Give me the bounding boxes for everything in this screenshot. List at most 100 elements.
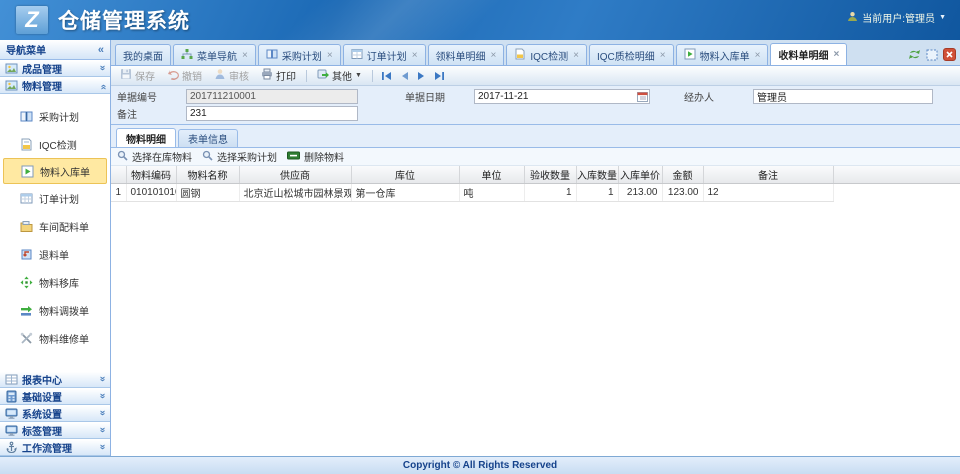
print-button[interactable]: 打印 [256, 67, 301, 84]
chevron-double-down-icon: « [98, 395, 108, 399]
column-header[interactable]: 物料名称 [176, 166, 239, 183]
audit-button[interactable]: 审核 [209, 67, 254, 84]
close-tab-icon[interactable]: × [755, 50, 761, 61]
close-tab-icon[interactable]: × [491, 50, 497, 61]
amount-cell: 123.00 [662, 183, 703, 201]
sidebar-title: 导航菜单 [6, 42, 46, 57]
select-purchase-plan-button[interactable]: 选择采购计划 [202, 149, 277, 164]
unit-cell: 吨 [459, 183, 524, 201]
sidebar-item-material-transfer[interactable]: 物料调拨单 [3, 296, 107, 324]
sidebar-section-system-settings[interactable]: 系统设置 « [0, 405, 110, 422]
clipboard-icon [20, 220, 33, 233]
page-title: 仓储管理系统 [58, 5, 190, 35]
column-header[interactable]: 入库数量 [576, 166, 618, 183]
column-header[interactable]: 备注 [703, 166, 833, 183]
user-menu[interactable]: 当前用户:管理员 ▼ [847, 10, 946, 25]
sidebar-item-material-repair[interactable]: 物料维修单 [3, 324, 107, 352]
printer-icon [261, 68, 273, 83]
grid-header-row: 物料编码 物料名称 供应商 库位 单位 验收数量 入库数量 入库单价 金额 备注 [111, 166, 960, 183]
close-tab-icon[interactable]: × [573, 50, 579, 61]
sidebar-item-material-return[interactable]: 退料单 [3, 240, 107, 268]
tab-material-inbound[interactable]: 物料入库单 × [676, 44, 769, 65]
sidebar-section-workflow[interactable]: 工作流管理 « [0, 439, 110, 456]
tab-form-info[interactable]: 表单信息 [178, 129, 238, 147]
location-cell: 第一仓库 [351, 183, 459, 201]
table-row[interactable]: 1 0101010106 圆钢 北京近山松城市园林景观工程有限公司 第一仓库 吨… [111, 183, 960, 201]
close-panel-icon[interactable] [943, 48, 956, 61]
sidebar-item-iqc-inspect[interactable]: IQC检测 [3, 130, 107, 158]
other-menu-button[interactable]: 其他 ▼ [312, 67, 367, 84]
app-header: Z 仓储管理系统 当前用户:管理员 ▼ [0, 0, 960, 40]
last-record-button[interactable] [431, 70, 448, 82]
close-tab-icon[interactable]: × [327, 50, 333, 61]
toolbar-separator [306, 70, 307, 82]
calendar-icon[interactable] [637, 91, 648, 102]
operator-field[interactable] [753, 89, 933, 104]
tab-my-desktop[interactable]: 我的桌面 [115, 44, 171, 65]
sidebar-item-purchase-plan[interactable]: 采购计划 [3, 102, 107, 130]
tabbar-tools [908, 48, 956, 65]
delete-material-button[interactable]: 删除物料 [287, 149, 344, 164]
column-header[interactable]: 验收数量 [524, 166, 576, 183]
tab-receipt-detail[interactable]: 收料单明细 × [770, 43, 847, 65]
sidebar-section-label-mgmt[interactable]: 标签管理 « [0, 422, 110, 439]
tab-iqc-inspect[interactable]: IQC检测 × [506, 44, 587, 65]
close-tab-icon[interactable]: × [242, 50, 248, 61]
sidebar-item-label: 订单计划 [39, 191, 79, 206]
column-header[interactable]: 入库单价 [618, 166, 662, 183]
sidebar-section-finished-goods[interactable]: 成品管理 « [0, 60, 110, 77]
sidebar-item-workshop-batching[interactable]: 车间配料单 [3, 212, 107, 240]
sidebar-section-basic-settings[interactable]: 基础设置 « [0, 388, 110, 405]
column-header[interactable]: 物料编码 [126, 166, 176, 183]
next-record-button[interactable] [414, 70, 429, 82]
remark-field[interactable] [186, 106, 358, 121]
collapse-sidebar-button[interactable]: « [98, 44, 104, 56]
move-arrows-icon [20, 276, 33, 289]
tab-order-plan[interactable]: 订单计划 × [343, 44, 426, 65]
app-logo: Z [16, 6, 48, 34]
print-label: 打印 [276, 68, 296, 83]
doc-date-field[interactable] [474, 89, 650, 104]
sidebar-section-label: 成品管理 [22, 61, 97, 76]
magnifier-icon [202, 150, 213, 164]
tab-material-detail[interactable]: 物料明细 [116, 128, 176, 147]
column-header[interactable]: 金额 [662, 166, 703, 183]
tab-iqc-quality-detail[interactable]: IQC质检明细 × [589, 44, 674, 65]
column-header[interactable]: 单位 [459, 166, 524, 183]
refresh-icon[interactable] [908, 49, 921, 60]
tab-menu-nav[interactable]: 菜单导航 × [173, 44, 256, 65]
sidebar-item-material-move[interactable]: 物料移库 [3, 268, 107, 296]
operator-label: 经办人 [678, 89, 753, 104]
sidebar-section-material[interactable]: 物料管理 « [0, 77, 110, 94]
tab-picking-detail[interactable]: 领料单明细 × [428, 44, 505, 65]
doc-no-field[interactable] [186, 89, 358, 104]
document-icon [514, 48, 526, 63]
main-panel: 我的桌面 菜单导航 × 采购计划 × 订单计划 × [111, 40, 960, 456]
document-icon [20, 138, 33, 151]
undo-button[interactable]: 撤销 [162, 67, 207, 84]
sidebar-item-material-inbound[interactable]: 物料入库单 [3, 158, 107, 184]
button-label: 删除物料 [304, 149, 344, 164]
close-tab-icon[interactable]: × [660, 50, 666, 61]
first-record-button[interactable] [378, 70, 395, 82]
tab-label: 领料单明细 [436, 48, 486, 63]
tab-purchase-plan[interactable]: 采购计划 × [258, 44, 341, 65]
save-button[interactable]: 保存 [115, 67, 160, 84]
column-header[interactable]: 供应商 [239, 166, 351, 183]
select-stock-material-button[interactable]: 选择在库物料 [117, 149, 192, 164]
close-tab-icon[interactable]: × [412, 50, 418, 61]
sidebar-section-report-center[interactable]: 报表中心 « [0, 371, 110, 388]
prev-record-button[interactable] [397, 70, 412, 82]
calculator-icon [5, 390, 18, 403]
doc-date-label: 单据日期 [399, 89, 474, 104]
sidebar-section-label: 系统设置 [22, 406, 97, 421]
delete-minus-icon [287, 151, 300, 163]
picture-icon [5, 79, 18, 92]
tab-label: IQC质检明细 [597, 48, 655, 63]
column-header[interactable]: 库位 [351, 166, 459, 183]
close-tab-icon[interactable]: × [833, 49, 839, 60]
sidebar-item-label: 退料单 [39, 247, 69, 262]
maximize-icon[interactable] [926, 49, 938, 61]
inbound-play-icon [684, 48, 696, 63]
sidebar-item-order-plan[interactable]: 订单计划 [3, 184, 107, 212]
